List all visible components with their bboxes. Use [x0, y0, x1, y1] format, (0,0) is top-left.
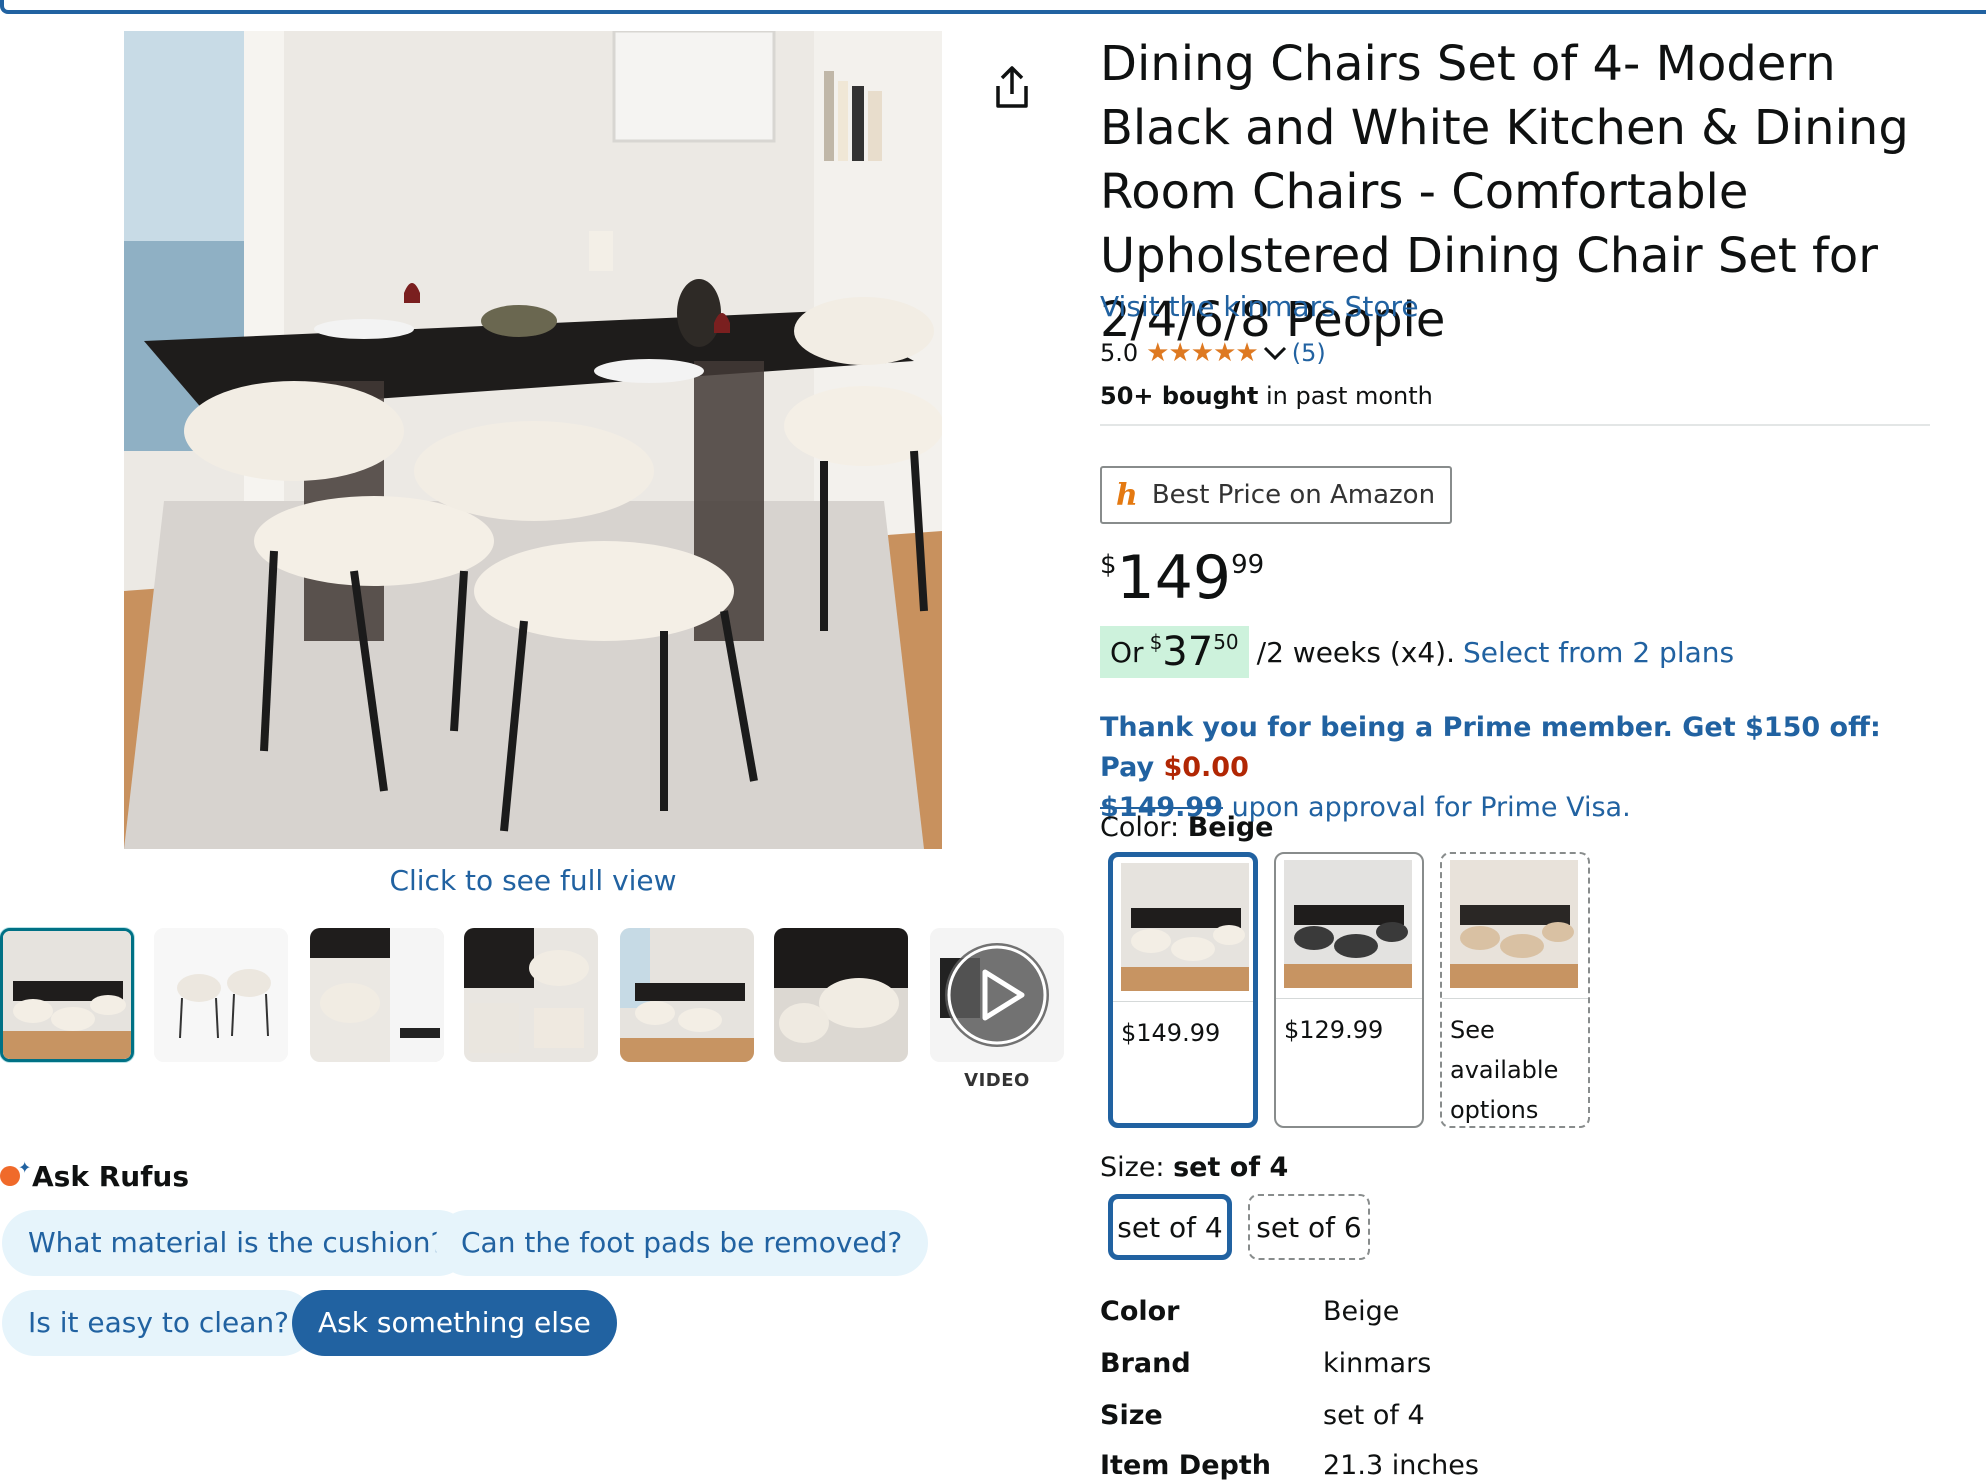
- prime-visa-offer[interactable]: Thank you for being a Prime member. Get …: [1100, 708, 1930, 828]
- rufus-question-clean[interactable]: Is it easy to clean?: [2, 1290, 316, 1356]
- ask-something-else-button[interactable]: Ask something else: [292, 1290, 617, 1356]
- top-border: [0, 0, 1986, 14]
- swatch-image: [1284, 860, 1412, 988]
- spec-key: Item Depth: [1100, 1450, 1271, 1481]
- ask-rufus-heading: ✦ Ask Rufus: [0, 1158, 189, 1193]
- color-option-beige[interactable]: $149.99: [1108, 852, 1258, 1128]
- thumbnail-2[interactable]: [154, 928, 288, 1062]
- thumbnail-image: [774, 928, 908, 1062]
- installment-amount: Or $ 37 50: [1100, 626, 1249, 678]
- color-option-other[interactable]: See available options: [1440, 852, 1590, 1128]
- best-price-label: Best Price on Amazon: [1151, 480, 1436, 510]
- select-plans-link[interactable]: Select from 2 plans: [1463, 636, 1734, 669]
- spec-value: kinmars: [1323, 1348, 1432, 1379]
- divider: [1100, 424, 1930, 426]
- spec-value: Beige: [1323, 1296, 1400, 1327]
- prime-offer-price: $0.00: [1163, 752, 1249, 783]
- rating-count-link[interactable]: (5): [1292, 339, 1326, 367]
- spec-value: set of 4: [1323, 1400, 1425, 1431]
- best-price-badge[interactable]: h Best Price on Amazon: [1100, 466, 1452, 524]
- share-icon[interactable]: [990, 64, 1034, 112]
- swatch-see-options: See available options: [1450, 1016, 1559, 1124]
- spec-key: Size: [1100, 1400, 1163, 1431]
- color-option-black[interactable]: $129.99: [1274, 852, 1424, 1128]
- size-selected: set of 4: [1173, 1152, 1289, 1183]
- store-link[interactable]: Visit the kinmars Store: [1100, 290, 1419, 323]
- thumbnail-6[interactable]: [774, 928, 908, 1062]
- video-label: VIDEO: [964, 1070, 1030, 1091]
- spec-key: Color: [1100, 1296, 1180, 1327]
- bought-past-month: 50+ bought in past month: [1100, 382, 1433, 410]
- spec-value: 21.3 inches: [1323, 1450, 1479, 1481]
- swatch-divider: [1442, 998, 1588, 999]
- chevron-down-icon[interactable]: [1262, 343, 1288, 363]
- rating-value: 5.0: [1100, 339, 1139, 367]
- bought-count: 50+ bought: [1100, 382, 1259, 410]
- click-full-view-link[interactable]: Click to see full view: [124, 864, 942, 897]
- rufus-icon: ✦: [0, 1158, 31, 1186]
- swatch-image: [1450, 860, 1578, 988]
- thumbnail-image: [620, 928, 754, 1062]
- thumbnail-image: [3, 931, 131, 1059]
- ask-rufus-title: Ask Rufus: [32, 1160, 189, 1193]
- rufus-question-foot-pads[interactable]: Can the foot pads be removed?: [435, 1210, 929, 1276]
- size-option-set-of-4[interactable]: set of 4: [1108, 1194, 1232, 1260]
- rufus-question-cushion[interactable]: What material is the cushion?: [2, 1210, 472, 1276]
- thumbnail-1[interactable]: [0, 928, 134, 1062]
- swatch-divider: [1113, 1001, 1253, 1002]
- thumbnail-image: [464, 928, 598, 1062]
- color-label: Color: Beige: [1100, 812, 1274, 843]
- star-rating-icon[interactable]: ★★★★★: [1146, 338, 1259, 368]
- installment-offer: Or $ 37 50 /2 weeks (x4). Select from 2 …: [1100, 626, 1734, 678]
- thumbnail-5[interactable]: [620, 928, 754, 1062]
- installment-symbol: $: [1149, 630, 1163, 654]
- color-label-text: Color:: [1100, 812, 1188, 843]
- prime-approval-text: upon approval for Prime Visa.: [1222, 792, 1631, 823]
- play-icon: [930, 928, 1064, 1062]
- installment-whole: 37: [1162, 629, 1214, 675]
- price-fraction: 99: [1231, 550, 1265, 580]
- installment-fraction: 50: [1213, 630, 1239, 654]
- price-whole: 149: [1116, 543, 1232, 613]
- size-label: Size: set of 4: [1100, 1152, 1288, 1183]
- swatch-price: $149.99: [1121, 1019, 1221, 1047]
- color-selected: Beige: [1187, 812, 1274, 843]
- thumbnail-3[interactable]: [310, 928, 444, 1062]
- bought-text: in past month: [1258, 382, 1433, 410]
- rating-row: 5.0 ★★★★★ (5): [1100, 338, 1326, 368]
- swatch-divider: [1276, 998, 1422, 999]
- size-option-set-of-6[interactable]: set of 6: [1248, 1194, 1370, 1260]
- installment-suffix: /2 weeks (x4).: [1256, 635, 1455, 669]
- thumbnail-4[interactable]: [464, 928, 598, 1062]
- price: $ 149 99: [1100, 540, 1264, 616]
- spec-key: Brand: [1100, 1348, 1191, 1379]
- video-thumbnail[interactable]: [930, 928, 1064, 1062]
- thumbnail-image: [310, 928, 444, 1062]
- thumbnail-image: [154, 928, 288, 1062]
- main-product-image[interactable]: [124, 31, 942, 849]
- price-symbol: $: [1100, 550, 1117, 580]
- h-logo-icon: h: [1116, 477, 1138, 513]
- swatch-image: [1121, 863, 1249, 991]
- installment-prefix: Or: [1110, 635, 1144, 669]
- size-label-text: Size:: [1100, 1152, 1174, 1183]
- dining-set-photo: [124, 31, 942, 849]
- swatch-price: $129.99: [1284, 1016, 1384, 1044]
